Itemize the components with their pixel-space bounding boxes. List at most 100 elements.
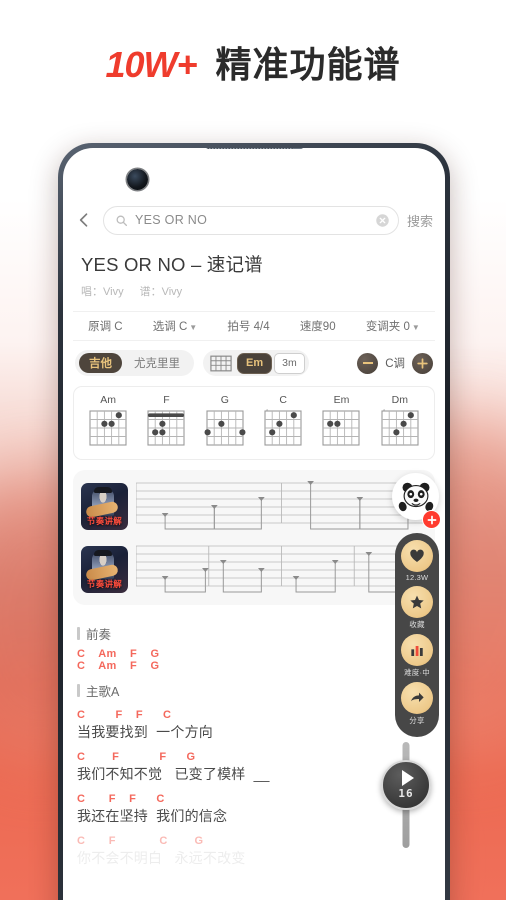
view-selector: Em 3m — [203, 350, 309, 376]
heart-icon — [401, 540, 433, 572]
info-capo[interactable]: 变调夹 0 ▼ — [366, 318, 420, 334]
chord-label: C — [279, 394, 287, 406]
share-glyph — [411, 692, 424, 702]
degree-chip[interactable]: 3m — [274, 352, 305, 374]
like-count: 12.3W — [405, 573, 429, 582]
instrument-guitar[interactable]: 吉他 — [79, 353, 122, 373]
rhythm-video-thumbnail[interactable]: 节奏讲解 — [81, 545, 128, 593]
chord-diagram[interactable]: Em — [314, 394, 368, 453]
chevron-left-icon[interactable] — [73, 209, 95, 231]
chord-line: C F C G — [77, 835, 204, 847]
song-singer: 唱：Vivy — [81, 286, 124, 298]
star-icon — [401, 586, 433, 618]
control-row: 吉他 尤克里里 Em 3m C调 — [63, 341, 445, 376]
key-value: C调 — [385, 358, 405, 370]
chord-name-chip[interactable]: Em — [237, 352, 273, 374]
chevron-down-icon: ▼ — [411, 323, 420, 332]
song-arranger: 谱：Vivy — [139, 286, 183, 298]
phone-mockup: YES OR NO 搜索 YES OR NO – 速记谱 唱：Vivy 谱：Vi… — [58, 143, 450, 900]
info-original-key[interactable]: 原调 C — [88, 318, 123, 334]
info-time-signature[interactable]: 拍号 4/4 — [227, 318, 269, 334]
like-action[interactable]: 12.3W — [401, 540, 433, 584]
instrument-ukulele[interactable]: 尤克里里 — [124, 353, 190, 373]
share-action[interactable]: 分享 — [401, 682, 433, 728]
key-minus-button[interactable] — [357, 352, 379, 374]
favorite-action[interactable]: 收藏 — [401, 586, 433, 632]
chord-diagram[interactable]: F — [139, 394, 193, 453]
action-rail: 12.3W 收藏 难度·中 分享 — [395, 533, 439, 737]
search-icon — [116, 215, 128, 226]
chord-label: G — [220, 394, 229, 406]
chord-diagram[interactable]: Am — [81, 394, 135, 453]
tablature-row: 节奏讲解 — [81, 479, 427, 533]
earpiece-speaker — [206, 148, 302, 149]
speed-value: 16 — [398, 787, 414, 800]
section-bar — [77, 627, 80, 640]
info-label: 拍号 4/4 — [227, 321, 270, 333]
tab-staff[interactable] — [136, 479, 427, 533]
front-camera — [127, 169, 148, 190]
tab-staff[interactable] — [136, 542, 427, 596]
favorite-label: 收藏 — [409, 620, 425, 629]
chord-diagram[interactable]: C × — [256, 394, 310, 453]
clear-circle-icon[interactable] — [375, 213, 390, 228]
hat-shape — [94, 486, 112, 493]
key-stepper: C调 — [357, 352, 433, 374]
song-info-bar: 原调 C 选调 C ▼ 拍号 4/4 速度90 变调夹 0 ▼ — [73, 311, 435, 341]
lyric-block: C F F C 当我要找到 一个方向 — [77, 709, 445, 742]
app-screen: YES OR NO 搜索 YES OR NO – 速记谱 唱：Vivy 谱：Vi… — [63, 148, 445, 900]
section-bar — [77, 684, 80, 697]
info-tempo[interactable]: 速度90 — [300, 318, 336, 334]
minus-icon — [362, 362, 373, 364]
page-headline: 10W+ 精准功能谱 — [0, 36, 506, 88]
bars-icon — [401, 634, 433, 666]
hat-shape — [94, 549, 112, 556]
top-bar: YES OR NO 搜索 — [63, 203, 445, 237]
key-plus-button[interactable] — [412, 352, 433, 374]
section-name: 主歌A — [86, 685, 120, 699]
chord-grid-am — [89, 410, 127, 446]
share-icon — [401, 682, 433, 714]
chord-line: C F F C — [77, 709, 172, 721]
lyric-line: 当我要找到 一个方向 — [77, 724, 213, 740]
share-label: 分享 — [409, 716, 425, 725]
section-header: 前奏 — [77, 624, 445, 643]
song-title: YES OR NO – 速记谱 — [81, 254, 263, 275]
chord-label: F — [163, 394, 170, 406]
plus-badge-icon[interactable] — [422, 510, 441, 529]
section-name: 前奏 — [86, 628, 112, 642]
info-label: 速度90 — [299, 321, 336, 333]
play-icon — [401, 770, 414, 786]
search-button[interactable]: 搜索 — [407, 211, 433, 230]
chevron-down-icon: ▼ — [189, 323, 198, 332]
info-label: 原调 C — [88, 321, 123, 333]
bars-glyph — [411, 646, 423, 656]
chord-grid-c: × — [264, 407, 302, 446]
player-control: 16 — [381, 742, 431, 848]
chord-diagram[interactable]: Dm × — [373, 394, 427, 453]
search-input[interactable]: YES OR NO — [103, 205, 399, 235]
search-value: YES OR NO — [135, 213, 208, 227]
difficulty-action[interactable]: 难度·中 — [401, 634, 433, 680]
tablature-row: 节奏讲解 — [81, 542, 427, 596]
info-selected-key[interactable]: 选调 C ▼ — [153, 318, 197, 334]
chord-sheet: 前奏 C Am F G C Am F G 主歌A C F F C 当我要找到 一… — [63, 605, 445, 868]
info-label: 选调 C — [152, 321, 188, 333]
chord-line: C Am F G — [77, 660, 160, 672]
star-glyph — [410, 595, 424, 609]
chord-grid-em — [322, 410, 361, 446]
chord-line: C Am F G — [77, 648, 160, 660]
lyric-line: 你不会不明白 永远不改变 — [77, 850, 246, 866]
heart-glyph — [410, 549, 424, 562]
chord-grid-f — [147, 410, 186, 446]
section-header: 主歌A — [77, 681, 445, 700]
lyric-block: C F C G 你不会不明白 永远不改变 — [77, 835, 445, 868]
chord-grid-dm: × — [381, 407, 419, 446]
chord-diagram[interactable]: G — [198, 394, 252, 453]
chord-grid-icon[interactable] — [210, 355, 232, 372]
rhythm-video-thumbnail[interactable]: 节奏讲解 — [81, 482, 128, 530]
chord-label: Am — [100, 394, 117, 406]
play-button[interactable]: 16 — [381, 760, 431, 810]
info-label: 变调夹 0 — [365, 321, 410, 333]
thumbnail-label: 节奏讲解 — [86, 578, 123, 589]
